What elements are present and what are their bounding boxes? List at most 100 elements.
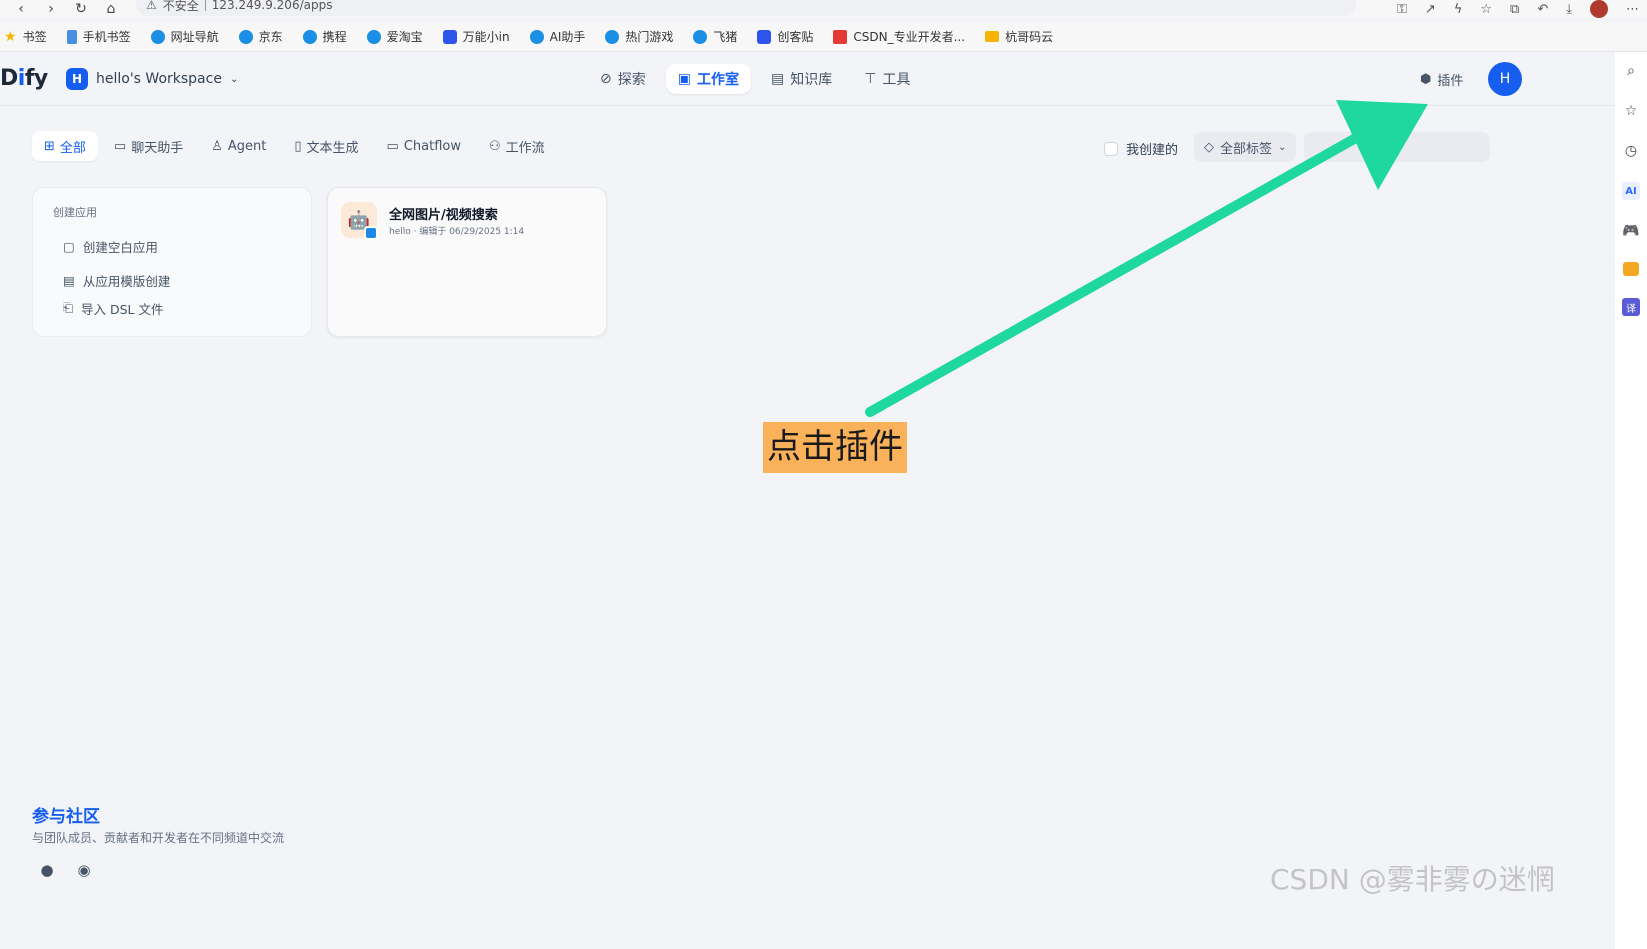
tab-label: 全部 <box>59 140 86 156</box>
bolt-icon[interactable]: ϟ <box>1454 2 1463 17</box>
extensions-icon[interactable]: ⧉ <box>1510 2 1519 17</box>
bookmark-item[interactable]: 爱淘宝 <box>366 28 423 45</box>
create-app-card: 创建应用 ▢ 创建空白应用 ▤ 从应用模版创建 ⎗ 导入 DSL 文件 <box>32 187 312 337</box>
bookmark-label: CSDN_专业开发者... <box>853 30 966 44</box>
bookmark-item[interactable]: 创客贴 <box>757 28 813 45</box>
ie-icon <box>529 29 544 44</box>
nav-knowledge[interactable]: ▤ 知识库 <box>759 64 844 94</box>
bookmark-item[interactable]: 携程 <box>302 28 347 45</box>
download-icon[interactable]: ⤓ <box>1566 2 1572 17</box>
address-bar[interactable]: ⚠ 不安全 123.249.9.206/apps <box>136 0 1356 16</box>
tab-workflow[interactable]: ⚇ 工作流 <box>477 131 557 161</box>
history-icon[interactable]: ◷ <box>1622 142 1640 160</box>
home-icon[interactable]: ⌂ <box>102 0 120 18</box>
app-type-badge-icon <box>364 226 378 240</box>
plugins-button[interactable]: ⬢ 插件 <box>1420 70 1463 89</box>
ai-icon[interactable]: AI <box>1622 182 1640 200</box>
ie-icon <box>366 29 381 44</box>
undo-icon[interactable]: ↶ <box>1537 2 1548 17</box>
main-nav: ⊘ 探索 ▣ 工作室 ▤ 知识库 ⊤ 工具 <box>588 64 922 94</box>
create-app-title: 创建应用 <box>53 206 97 219</box>
bookmark-item[interactable]: 京东 <box>238 28 283 45</box>
csdn-icon <box>833 29 848 44</box>
key-icon[interactable]: ⚿ <box>1397 2 1407 17</box>
bookmark-label: 手机书签 <box>82 30 131 44</box>
favorites-icon[interactable]: ☆ <box>1622 102 1640 120</box>
bookmarks-bar: ★ 书签 手机书签 网址导航 京东 携程 爱淘宝 万能小in AI助手 热门游戏 … <box>0 22 1647 52</box>
bookmark-item[interactable]: CSDN_专业开发者... <box>833 28 965 45</box>
compass-icon: ⊘ <box>600 71 612 87</box>
app-type-tabs: ⊞ 全部 ▭ 聊天助手 ♙ Agent ▯ 文本生成 ▭ Chatflow ⚇ 工作流 <box>32 131 557 161</box>
browser-toolbar: ‹ › ↻ ⌂ ⚠ 不安全 123.249.9.206/apps ⚿ ↗ ϟ ☆… <box>0 0 1647 18</box>
game-icon[interactable]: 🎮 <box>1622 222 1640 240</box>
ie-icon <box>605 29 620 44</box>
nav-studio[interactable]: ▣ 工作室 <box>665 64 751 94</box>
browser-tools: ⚿ ↗ ϟ ☆ ⧉ ↶ ⤓ ⋯ <box>1397 0 1639 18</box>
created-by-me-checkbox[interactable] <box>1104 141 1118 156</box>
bookmark-label: 飞猪 <box>713 30 738 44</box>
dify-logo[interactable]: Dify <box>0 66 48 91</box>
star-icon: ★ <box>4 28 17 45</box>
more-icon[interactable]: ⋯ <box>1626 2 1639 17</box>
watermark: CSDN @雾非雾の迷惘 <box>1270 863 1555 896</box>
created-by-me-filter[interactable]: 我创建的 <box>1104 139 1178 158</box>
doc-icon: ▯ <box>294 138 302 154</box>
ie-icon <box>302 29 317 44</box>
bookmark-item[interactable]: 飞猪 <box>693 28 737 45</box>
ie-icon <box>693 29 708 44</box>
discord-icon[interactable]: ◉ <box>74 860 94 880</box>
search-input[interactable] <box>1304 132 1490 162</box>
bookmark-item[interactable]: 杭哥码云 <box>985 28 1053 45</box>
reload-icon[interactable]: ↻ <box>72 0 90 18</box>
tab-chat-assistant[interactable]: ▭ 聊天助手 <box>102 131 195 161</box>
translate-icon[interactable]: 译 <box>1622 298 1640 316</box>
profile-avatar[interactable] <box>1590 0 1608 18</box>
user-avatar[interactable]: H <box>1488 62 1522 96</box>
toolbox-icon[interactable] <box>1623 262 1639 276</box>
bookmark-label: 书签 <box>22 30 47 44</box>
bookmark-item[interactable]: 万能小in <box>442 28 510 45</box>
book-icon: ▤ <box>770 71 785 87</box>
tab-chatflow[interactable]: ▭ Chatflow <box>375 131 473 161</box>
tab-agent[interactable]: ♙ Agent <box>199 131 278 161</box>
bookmark-item[interactable]: 网址导航 <box>150 28 219 45</box>
bookmark-icon <box>66 29 77 44</box>
import-icon: ⎗ <box>63 300 74 315</box>
search-icon[interactable]: ⌕ <box>1622 62 1640 80</box>
bookmark-item[interactable]: ★ 书签 <box>4 28 47 45</box>
divider <box>204 0 206 11</box>
bookmark-label: 网址导航 <box>170 30 219 44</box>
forward-icon[interactable]: › <box>42 0 60 18</box>
nav-label: 工具 <box>882 72 911 88</box>
cube-icon: ⬢ <box>1420 72 1432 87</box>
bookmark-item[interactable]: 热门游戏 <box>605 28 673 45</box>
share-icon[interactable]: ↗ <box>1425 2 1436 17</box>
app-card[interactable]: 🤖 全网图片/视频搜索 hello · 编辑于 06/29/2025 1:14 <box>327 187 607 337</box>
back-icon[interactable]: ‹ <box>12 0 30 18</box>
github-icon[interactable]: ● <box>37 860 57 880</box>
ie-icon <box>238 29 253 44</box>
tab-all[interactable]: ⊞ 全部 <box>32 131 98 161</box>
import-dsl[interactable]: ⎗ 导入 DSL 文件 <box>63 294 291 322</box>
tag-icon: ◇ <box>1204 139 1214 155</box>
workspace-avatar: H <box>66 68 88 90</box>
nav-tools[interactable]: ⊤ 工具 <box>852 64 922 94</box>
tags-label: 全部标签 <box>1220 141 1273 157</box>
hammer-icon: ⊤ <box>864 71 877 87</box>
tab-text-generation[interactable]: ▯ 文本生成 <box>282 131 370 161</box>
bookmark-item[interactable]: AI助手 <box>529 28 585 45</box>
robot-icon <box>442 29 457 44</box>
tags-filter[interactable]: ◇ 全部标签 ⌄ <box>1194 132 1296 162</box>
url-text[interactable]: 123.249.9.206/apps <box>212 0 333 12</box>
nav-explore[interactable]: ⊘ 探索 <box>588 64 658 94</box>
bookmark-item[interactable]: 手机书签 <box>66 28 131 45</box>
create-blank-app[interactable]: ▢ 创建空白应用 <box>63 232 291 260</box>
tab-label: 工作流 <box>505 140 545 156</box>
star-icon[interactable]: ☆ <box>1480 2 1492 17</box>
workspace-switcher[interactable]: H hello's Workspace ⌄ <box>66 68 238 90</box>
created-by-me-label: 我创建的 <box>1126 143 1179 158</box>
create-from-template[interactable]: ▤ 从应用模版创建 <box>63 266 291 294</box>
nav-label: 探索 <box>617 72 646 88</box>
grid-icon: ⊞ <box>44 138 55 154</box>
agent-icon: ♙ <box>211 138 223 154</box>
